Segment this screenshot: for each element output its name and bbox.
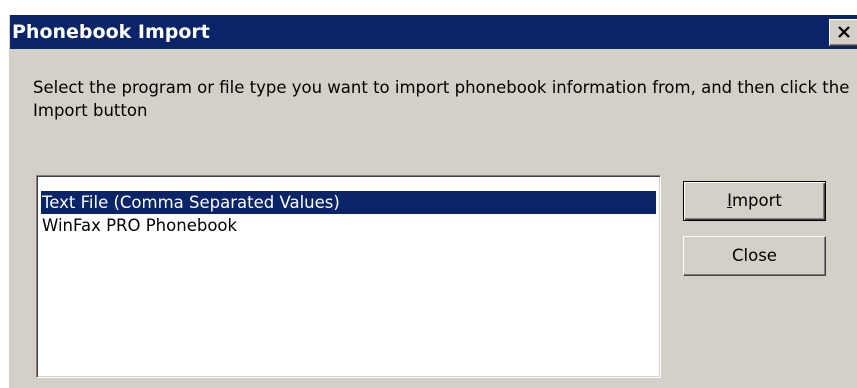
close-icon <box>838 26 850 38</box>
source-type-listbox[interactable]: Text File (Comma Separated Values) WinFa… <box>36 175 661 378</box>
close-button[interactable]: Close <box>683 236 826 276</box>
list-item-text-file[interactable]: Text File (Comma Separated Values) <box>41 191 656 214</box>
instructions-text: Select the program or file type you want… <box>33 78 850 120</box>
close-window-button[interactable] <box>829 19 857 46</box>
import-label-rest: mport <box>731 191 782 210</box>
import-button[interactable]: Import <box>683 181 826 221</box>
list-item-winfax-pro[interactable]: WinFax PRO Phonebook <box>41 214 656 237</box>
phonebook-import-dialog: Phonebook Import Select the program or f… <box>9 15 857 388</box>
title-bar[interactable]: Phonebook Import <box>10 15 857 49</box>
window-title: Phonebook Import <box>12 21 210 43</box>
